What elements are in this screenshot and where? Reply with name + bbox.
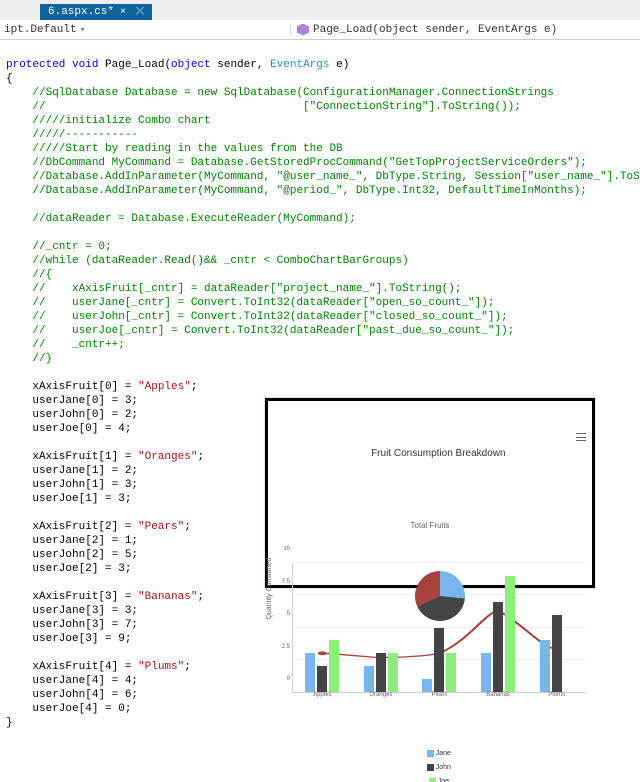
legend-swatch-john <box>427 764 434 771</box>
tab-bar: 6.aspx.cs* × ⤫ <box>0 0 640 20</box>
tab-label: 6.aspx.cs* <box>48 6 114 18</box>
nav-bar: ipt.Default ▾ Page_Load(object sender, E… <box>0 20 640 40</box>
class-label: ipt.Default <box>4 24 77 36</box>
close-icon[interactable]: × <box>120 7 126 18</box>
bar-group-plums: Plums <box>527 563 586 692</box>
chevron-down-icon: ▾ <box>81 25 85 35</box>
method-dropdown[interactable]: Page_Load(object sender, EventArgs e) <box>290 24 640 36</box>
bar-joe <box>329 640 339 692</box>
chart-menu-icon[interactable] <box>576 433 586 441</box>
method-label: Page_Load(object sender, EventArgs e) <box>313 24 557 36</box>
chart-title: Fruit Consumption Breakdown <box>274 433 586 489</box>
code-line: protected void <box>6 59 105 71</box>
bar-group-oranges: Oranges <box>352 563 411 692</box>
method-icon <box>297 24 309 36</box>
chart-plot: Apples Oranges Pears <box>292 563 586 693</box>
bar-group-pears: Pears <box>410 563 469 692</box>
chart-subtitle: Total Fruits <box>274 519 586 533</box>
bar-group-apples: Apples <box>293 563 352 692</box>
bar-jane <box>305 653 315 692</box>
bar-group-bananas: Bananas <box>469 563 528 692</box>
chart-yaxis: Quantity Consumed 0 2.5 5 7.5 10 <box>274 563 292 693</box>
class-dropdown[interactable]: ipt.Default ▾ <box>0 24 290 36</box>
file-tab[interactable]: 6.aspx.cs* × ⤫ <box>40 4 152 20</box>
code-editor[interactable]: protected void Page_Load(object sender, … <box>0 40 640 782</box>
chart-ylabel: Quantity Consumed <box>263 558 277 620</box>
pin-icon[interactable]: ⤫ <box>136 6 144 18</box>
legend-swatch-joe <box>429 778 436 782</box>
chart-legend: Jane John Joe Average <box>274 733 586 782</box>
legend-swatch-jane <box>427 750 434 757</box>
chart-preview: Fruit Consumption Breakdown Total Fruits… <box>265 398 595 588</box>
